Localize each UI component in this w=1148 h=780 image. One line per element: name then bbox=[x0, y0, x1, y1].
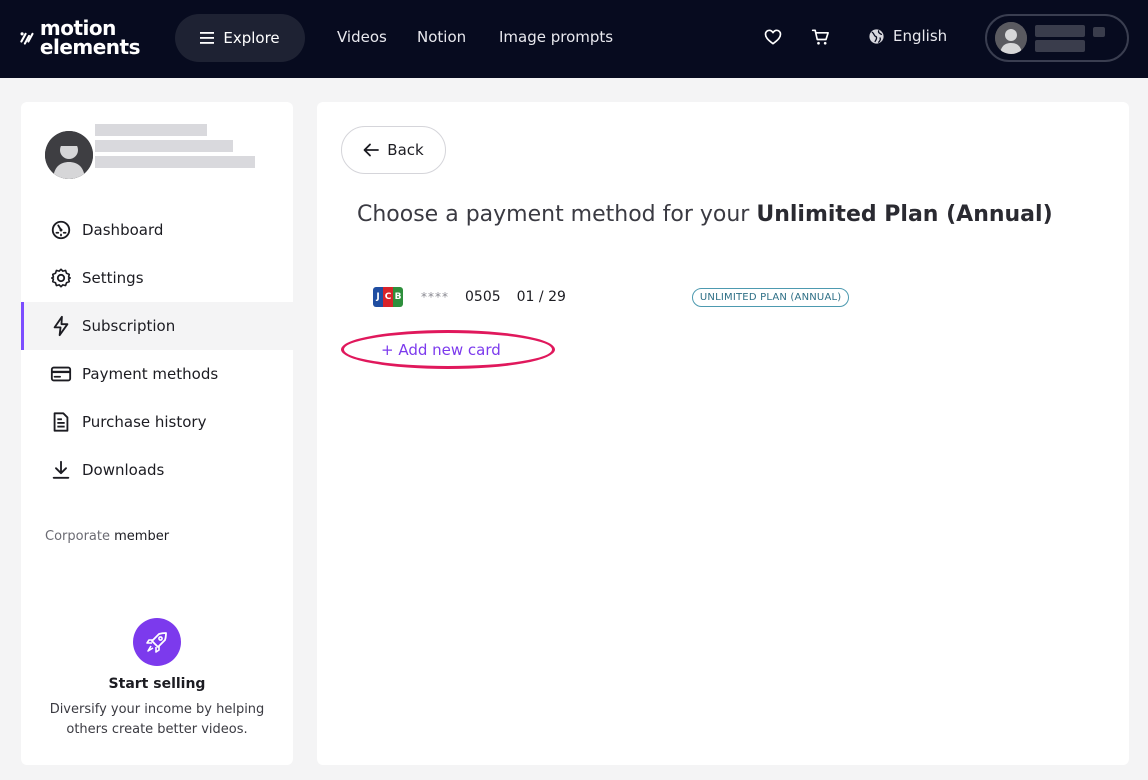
nav-link-notion[interactable]: Notion bbox=[417, 28, 466, 46]
sidebar-item-downloads[interactable]: Downloads bbox=[21, 446, 293, 494]
gear-icon bbox=[51, 268, 71, 288]
sidebar-item-label: Subscription bbox=[82, 317, 176, 335]
language-selector[interactable]: English bbox=[868, 27, 947, 45]
card-last-four: 0505 bbox=[465, 289, 501, 305]
membership-prefix: Corporate bbox=[45, 529, 110, 544]
jcb-card-icon: J C B bbox=[373, 287, 403, 307]
page-title-plan: Unlimited Plan (Annual) bbox=[756, 202, 1053, 227]
avatar-icon bbox=[995, 22, 1027, 54]
logo-line-2: elements bbox=[39, 35, 141, 59]
download-icon bbox=[52, 460, 70, 479]
profile-name-redacted bbox=[95, 124, 255, 172]
start-selling-promo: Start selling Diversify your income by h… bbox=[21, 618, 293, 740]
page-title-prefix: Choose a payment method for your bbox=[357, 202, 750, 227]
language-label: English bbox=[893, 27, 948, 45]
globe-icon bbox=[869, 28, 884, 44]
page-title: Choose a payment method for your Unlimit… bbox=[357, 202, 1053, 227]
back-button[interactable]: Back bbox=[341, 126, 446, 174]
explore-label: Explore bbox=[223, 29, 280, 47]
membership-status: Corporate member bbox=[45, 529, 169, 544]
sidebar-item-label: Payment methods bbox=[82, 365, 219, 383]
dashboard-icon bbox=[51, 220, 71, 240]
lightning-icon bbox=[53, 315, 69, 337]
cart-icon[interactable] bbox=[811, 27, 831, 47]
arrow-left-icon bbox=[363, 143, 380, 157]
sidebar-item-payment-methods[interactable]: Payment methods bbox=[21, 350, 293, 398]
nav-link-image-prompts[interactable]: Image prompts bbox=[499, 28, 613, 46]
user-menu[interactable] bbox=[985, 14, 1129, 62]
username-redacted bbox=[1035, 24, 1085, 52]
sidebar-item-settings[interactable]: Settings bbox=[21, 254, 293, 302]
card-number-mask: **** bbox=[421, 290, 449, 304]
plan-badge: UNLIMITED PLAN (ANNUAL) bbox=[691, 287, 850, 307]
logo-mark-icon bbox=[20, 32, 34, 45]
sidebar-item-label: Downloads bbox=[82, 461, 165, 479]
heart-icon[interactable] bbox=[763, 27, 783, 47]
credit-card-icon bbox=[50, 366, 72, 382]
sidebar-item-label: Dashboard bbox=[82, 221, 164, 239]
start-selling-description: Diversify your income by helping others … bbox=[49, 702, 265, 737]
membership-type: member bbox=[114, 529, 170, 544]
logo-wordmark: motion elements bbox=[39, 18, 141, 59]
top-navigation-bar: motion elements Explore Videos Notion Im… bbox=[0, 0, 1148, 78]
sidebar-item-purchase-history[interactable]: Purchase history bbox=[21, 398, 293, 446]
nav-link-videos[interactable]: Videos bbox=[337, 28, 387, 46]
sidebar-item-subscription[interactable]: Subscription bbox=[21, 302, 293, 350]
add-new-card-link[interactable]: + Add new card bbox=[381, 341, 501, 359]
start-selling-title[interactable]: Start selling bbox=[21, 676, 293, 692]
rocket-icon[interactable] bbox=[133, 618, 181, 666]
receipt-icon bbox=[53, 412, 69, 432]
saved-card-row[interactable]: J C B **** 0505 01 / 29 UNLIMITED PLAN (… bbox=[373, 286, 933, 308]
explore-button[interactable]: Explore bbox=[175, 14, 305, 62]
account-sidebar: Dashboard Settings Subscription Payment … bbox=[21, 102, 293, 765]
motion-elements-logo[interactable]: motion elements bbox=[20, 16, 141, 60]
sidebar-item-label: Purchase history bbox=[82, 413, 207, 431]
back-label: Back bbox=[387, 141, 424, 159]
card-expiry: 01 / 29 bbox=[516, 289, 566, 305]
sidebar-item-dashboard[interactable]: Dashboard bbox=[21, 206, 293, 254]
sidebar-menu: Dashboard Settings Subscription Payment … bbox=[21, 206, 293, 494]
payment-method-panel: Back Choose a payment method for your Un… bbox=[317, 102, 1129, 765]
sidebar-item-label: Settings bbox=[82, 269, 144, 287]
profile-avatar[interactable] bbox=[45, 131, 93, 179]
menu-icon bbox=[200, 32, 215, 44]
username-redacted-extra bbox=[1093, 27, 1105, 37]
